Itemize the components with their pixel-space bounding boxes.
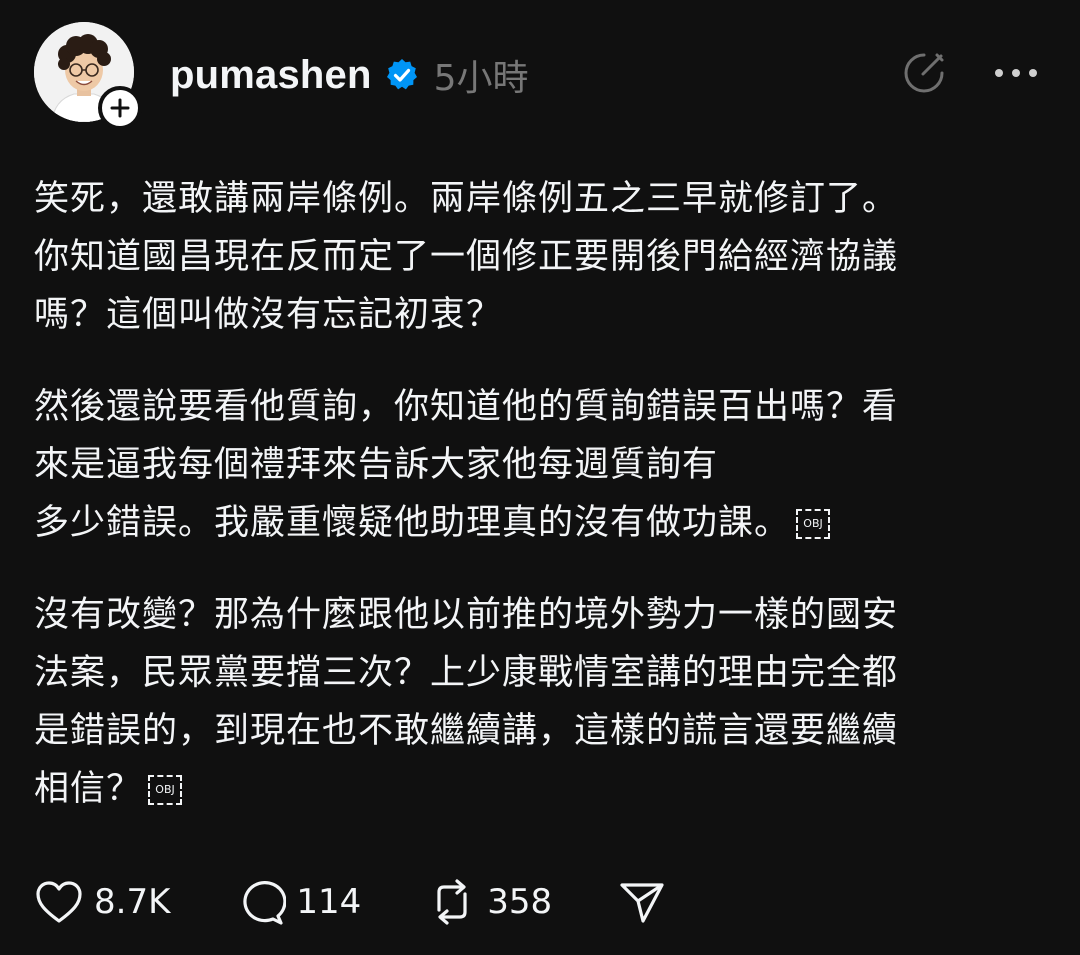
post-paragraph-2: 然後還說要看他質詢，你知道他的質詢錯誤百出嗎？看 來是逼我每個禮拜來告訴大家他每… — [34, 378, 1044, 552]
like-count: 8.7K — [94, 882, 171, 922]
follow-button[interactable] — [98, 86, 142, 130]
like-button[interactable]: 8.7K — [34, 879, 170, 925]
username[interactable]: pumashen — [170, 53, 372, 98]
translate-icon[interactable] — [900, 49, 948, 97]
send-icon — [620, 883, 664, 923]
reply-count: 114 — [296, 882, 362, 922]
post-paragraph-1: 笑死，還敢講兩岸條例。兩岸條例五之三早就修訂了。 你知道國昌現在反而定了一個修正… — [34, 170, 1044, 344]
verified-badge-icon — [384, 57, 420, 93]
repost-count: 358 — [487, 882, 553, 922]
reply-button[interactable]: 114 — [236, 878, 361, 926]
avatar-container — [34, 22, 142, 130]
header-actions — [900, 48, 1040, 98]
repost-icon — [437, 879, 467, 925]
paragraph-text: 然後還說要看他質詢，你知道他的質詢錯誤百出嗎？看 來是逼我每個禮拜來告訴大家他每… — [34, 387, 899, 543]
object-placeholder-icon: OBJ — [796, 509, 831, 539]
thread-post: pumashen 5小時 笑死，還敢講兩岸條例。兩岸條例五之三早就修訂了。 你知… — [0, 0, 1080, 955]
plus-icon — [110, 98, 130, 118]
post-actions-bar: 8.7K 114 358 — [34, 872, 732, 932]
post-body: 笑死，還敢講兩岸條例。兩岸條例五之三早就修訂了。 你知道國昌現在反而定了一個修正… — [34, 170, 1044, 852]
heart-icon — [36, 881, 82, 923]
comment-icon — [243, 881, 287, 925]
object-placeholder-icon: OBJ — [148, 775, 183, 805]
paragraph-text: 笑死，還敢講兩岸條例。兩岸條例五之三早就修訂了。 你知道國昌現在反而定了一個修正… — [34, 179, 899, 335]
post-timestamp: 5小時 — [433, 58, 529, 99]
post-paragraph-3: 沒有改變？那為什麼跟他以前推的境外勢力一樣的國安 法案，民眾黨要擋三次？上少康戰… — [34, 586, 1044, 818]
share-button[interactable] — [618, 879, 666, 925]
repost-button[interactable]: 358 — [427, 878, 552, 926]
post-header: pumashen 5小時 — [170, 48, 529, 102]
more-horizontal-icon[interactable] — [992, 49, 1040, 97]
